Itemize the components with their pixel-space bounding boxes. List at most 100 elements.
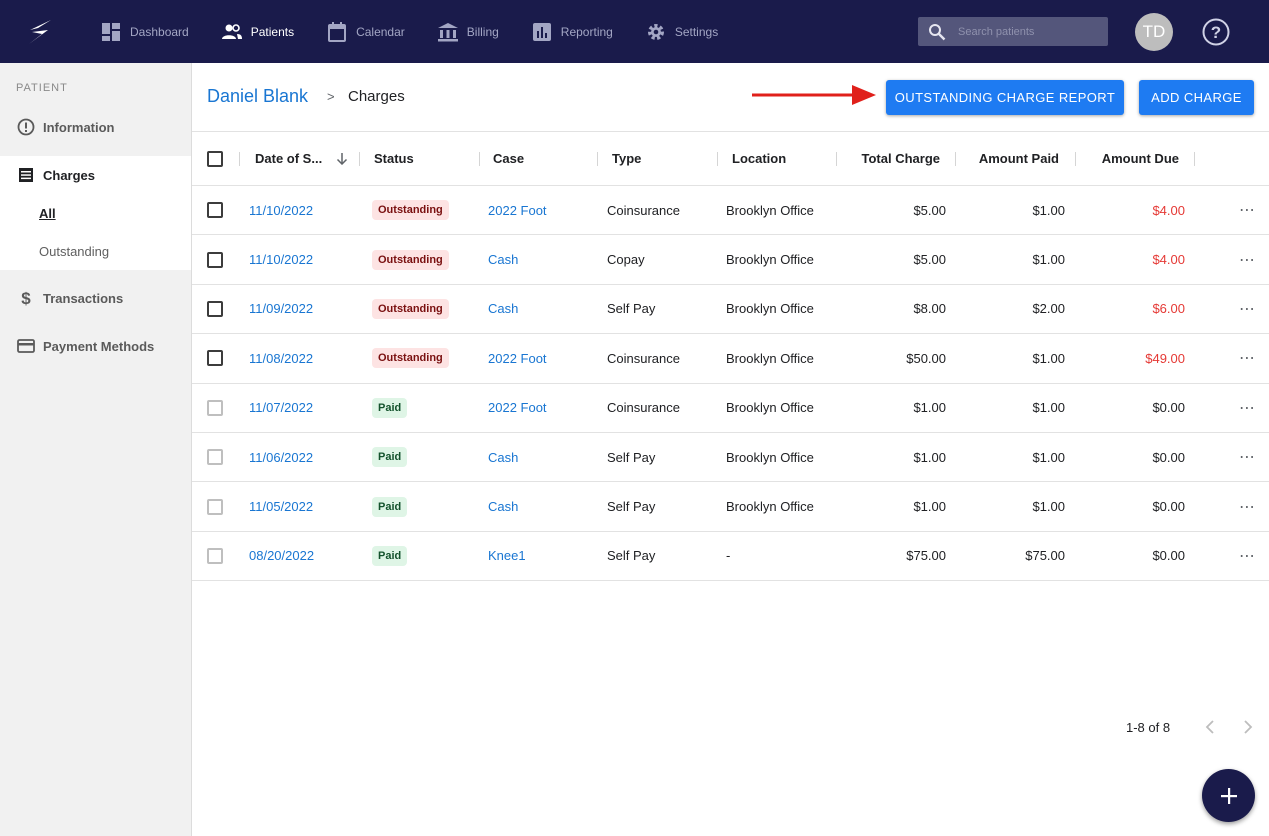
breadcrumb-separator: >: [327, 89, 335, 104]
amount-due-cell: $49.00: [1145, 350, 1185, 366]
row-checkbox[interactable]: [207, 547, 223, 564]
bank-icon: [437, 21, 459, 43]
type-cell: Copay: [607, 252, 645, 268]
column-header-amount-due[interactable]: Amount Due: [1075, 132, 1179, 185]
add-fab-button[interactable]: [1202, 769, 1255, 822]
nav-reporting[interactable]: Reporting: [531, 0, 613, 63]
status-badge: Paid: [372, 496, 408, 517]
more-actions-icon[interactable]: ⋯: [1239, 334, 1256, 382]
help-icon[interactable]: ?: [1201, 17, 1231, 47]
table-row[interactable]: 11/08/2022 Outstanding 2022 Foot Coinsur…: [192, 334, 1269, 384]
nav-dashboard[interactable]: Dashboard: [100, 0, 189, 63]
column-divider[interactable]: [1194, 152, 1195, 166]
column-divider[interactable]: [717, 152, 718, 166]
sidebar-item-payment-methods-label: Payment Methods: [43, 338, 155, 354]
more-actions-icon[interactable]: ⋯: [1239, 384, 1256, 432]
column-header-total-charge[interactable]: Total Charge: [836, 132, 941, 185]
sidebar-item-transactions[interactable]: $ Transactions: [0, 274, 191, 322]
column-divider[interactable]: [359, 152, 360, 166]
date-link[interactable]: 11/10/2022: [249, 186, 313, 234]
app-logo-icon[interactable]: [24, 16, 56, 48]
search-input[interactable]: [958, 25, 1098, 38]
case-link[interactable]: Cash: [488, 482, 518, 530]
dashboard-icon: [100, 21, 122, 43]
sidebar-item-charges[interactable]: Charges: [0, 151, 191, 199]
nav-calendar[interactable]: Calendar: [326, 0, 405, 63]
table-row[interactable]: 11/05/2022 Paid Cash Self Pay Brooklyn O…: [192, 482, 1269, 532]
next-page-icon[interactable]: [1237, 716, 1259, 738]
select-all-checkbox[interactable]: [207, 150, 223, 167]
case-link[interactable]: Knee1: [488, 532, 526, 580]
case-link[interactable]: 2022 Foot: [488, 384, 547, 432]
breadcrumb-patient-link[interactable]: Daniel Blank: [207, 86, 308, 107]
location-cell: -: [726, 548, 731, 564]
nav-billing[interactable]: Billing: [437, 0, 499, 63]
more-actions-icon[interactable]: ⋯: [1239, 186, 1256, 234]
nav-reporting-label: Reporting: [560, 24, 613, 39]
more-actions-icon[interactable]: ⋯: [1239, 433, 1256, 481]
amount-due-cell: $0.00: [1152, 400, 1185, 416]
table-header-row: Date of S... Status Case Type Location T…: [192, 132, 1269, 186]
column-divider[interactable]: [597, 152, 598, 166]
case-link[interactable]: Cash: [488, 235, 518, 283]
outstanding-charge-report-button[interactable]: OUTSTANDING CHARGE REPORT: [886, 80, 1124, 115]
table-row[interactable]: 08/20/2022 Paid Knee1 Self Pay - $75.00 …: [192, 532, 1269, 582]
sidebar-subitem-outstanding[interactable]: Outstanding: [39, 244, 109, 259]
amount-due-cell: $6.00: [1152, 301, 1185, 317]
date-link[interactable]: 11/10/2022: [249, 235, 313, 283]
sidebar-item-information-label: Information: [43, 119, 115, 135]
date-link[interactable]: 11/06/2022: [249, 433, 313, 481]
user-avatar[interactable]: TD: [1135, 13, 1173, 51]
nav-settings[interactable]: Settings: [645, 0, 718, 63]
location-cell: Brooklyn Office: [726, 301, 814, 317]
case-link[interactable]: 2022 Foot: [488, 334, 547, 382]
table-row[interactable]: 11/09/2022 Outstanding Cash Self Pay Bro…: [192, 285, 1269, 335]
column-header-amount-paid[interactable]: Amount Paid: [955, 132, 1059, 185]
row-checkbox[interactable]: [207, 399, 223, 416]
row-checkbox[interactable]: [207, 350, 223, 367]
column-header-case[interactable]: Case: [493, 132, 524, 185]
sidebar-subitem-all[interactable]: All: [39, 206, 56, 221]
amount-due-cell: $0.00: [1152, 449, 1185, 465]
list-icon: [16, 165, 36, 185]
sidebar-item-payment-methods[interactable]: Payment Methods: [0, 322, 191, 370]
sidebar-item-information[interactable]: Information: [0, 103, 191, 151]
row-checkbox[interactable]: [207, 251, 223, 268]
table-row[interactable]: 11/10/2022 Outstanding 2022 Foot Coinsur…: [192, 186, 1269, 236]
column-header-status[interactable]: Status: [374, 132, 414, 185]
prev-page-icon[interactable]: [1199, 716, 1221, 738]
column-divider[interactable]: [239, 152, 240, 166]
add-charge-button[interactable]: ADD CHARGE: [1139, 80, 1254, 115]
row-checkbox[interactable]: [207, 300, 223, 317]
case-link[interactable]: Cash: [488, 433, 518, 481]
bar-chart-icon: [531, 21, 553, 43]
column-divider[interactable]: [479, 152, 480, 166]
more-actions-icon[interactable]: ⋯: [1239, 482, 1256, 530]
total-charge-cell: $75.00: [906, 548, 946, 564]
table-row[interactable]: 11/07/2022 Paid 2022 Foot Coinsurance Br…: [192, 384, 1269, 433]
date-link[interactable]: 08/20/2022: [249, 532, 314, 580]
nav-patients[interactable]: Patients: [221, 0, 294, 63]
sort-descending-icon[interactable]: [336, 152, 348, 165]
table-row[interactable]: 11/10/2022 Outstanding Cash Copay Brookl…: [192, 235, 1269, 285]
date-link[interactable]: 11/08/2022: [249, 334, 313, 382]
sidebar-heading: PATIENT: [16, 82, 68, 94]
column-header-location[interactable]: Location: [732, 132, 786, 185]
date-link[interactable]: 11/07/2022: [249, 384, 313, 432]
more-actions-icon[interactable]: ⋯: [1239, 285, 1256, 333]
info-icon: [16, 117, 36, 137]
table-row[interactable]: 11/06/2022 Paid Cash Self Pay Brooklyn O…: [192, 433, 1269, 483]
row-checkbox[interactable]: [207, 449, 223, 466]
column-header-type[interactable]: Type: [612, 132, 641, 185]
case-link[interactable]: 2022 Foot: [488, 186, 547, 234]
row-checkbox[interactable]: [207, 498, 223, 515]
date-link[interactable]: 11/09/2022: [249, 285, 313, 333]
column-header-date[interactable]: Date of S...: [255, 132, 348, 185]
more-actions-icon[interactable]: ⋯: [1239, 532, 1256, 580]
date-link[interactable]: 11/05/2022: [249, 482, 313, 530]
more-actions-icon[interactable]: ⋯: [1239, 235, 1256, 283]
pagination-range: 1-8 of 8: [1126, 720, 1171, 735]
row-checkbox[interactable]: [207, 202, 223, 219]
case-link[interactable]: Cash: [488, 285, 518, 333]
calendar-icon: [326, 21, 348, 43]
